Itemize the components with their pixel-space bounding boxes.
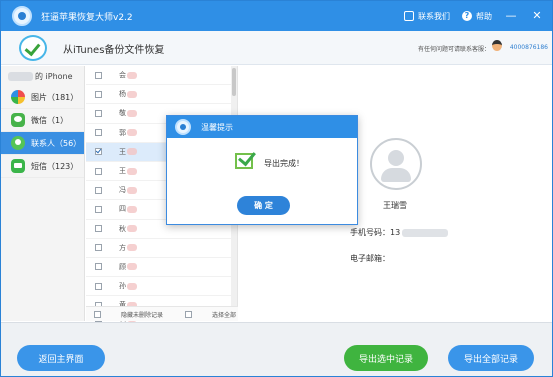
dialog-header: 温馨提示 [167,116,357,138]
modal-overlay: 温馨提示 导出完成！ 确 定 [1,1,552,376]
dialog-message: 导出完成！ [264,159,304,168]
export-complete-dialog: 温馨提示 导出完成！ 确 定 [166,115,358,225]
dialog-title: 温馨提示 [201,122,233,132]
dialog-logo-icon [175,119,191,135]
app-window: 狂逼苹果恢复大师v2.2 联系我们 ? 帮助 — ✕ 从iTunes备份文件恢复… [0,0,553,377]
dialog-body: 导出完成！ 确 定 [167,138,357,224]
dialog-ok-button[interactable]: 确 定 [237,196,290,215]
success-check-icon [235,153,253,169]
